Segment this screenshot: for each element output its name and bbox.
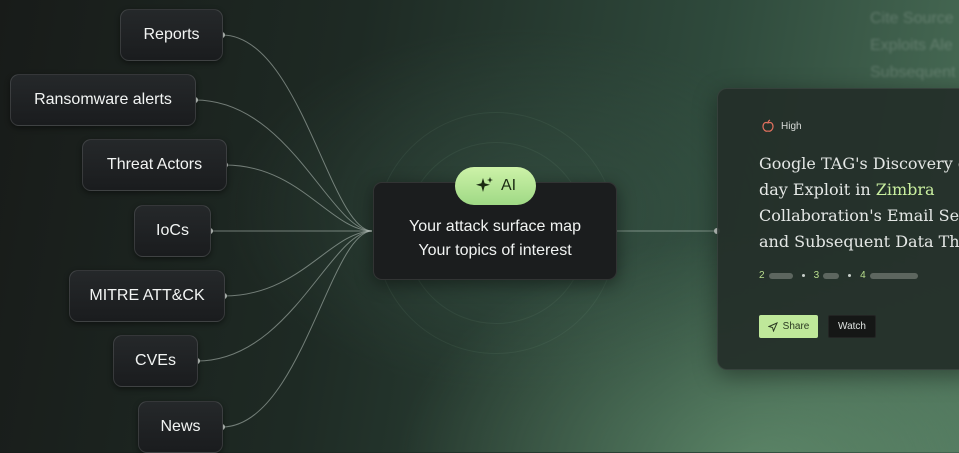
apple-icon <box>762 119 774 132</box>
source-node-cves[interactable]: CVEs <box>113 335 198 387</box>
stat-label: 3 <box>813 270 820 281</box>
stat-label: 2 <box>759 270 765 281</box>
source-node-ransomware-alerts[interactable]: Ransomware alerts <box>10 74 196 126</box>
headline-line: and Subsequent Data The <box>759 232 959 251</box>
source-node-reports[interactable]: Reports <box>120 9 223 61</box>
source-node-mitre-attack[interactable]: MITRE ATT&CK <box>69 270 225 322</box>
link-reports <box>221 34 373 232</box>
ghost-text-line-2: Exploits Ale <box>870 37 953 54</box>
severity-badge: High <box>761 119 802 133</box>
headline-line: day Exploit in Zimbra <box>759 180 935 199</box>
severity-label: High <box>781 120 802 132</box>
ghost-text-line-3: Subsequent <box>870 64 956 81</box>
hub-line-attack-surface: Your attack surface map <box>409 218 581 235</box>
stat-bar <box>768 272 793 279</box>
watch-button[interactable]: Watch <box>828 315 876 338</box>
headline-line: Collaboration's Email Serv <box>759 206 959 225</box>
source-node-news[interactable]: News <box>138 401 223 453</box>
ghost-text-line-1: Cite Source <box>870 10 954 27</box>
share-label: Share <box>782 321 810 332</box>
source-label: Ransomware alerts <box>34 91 172 108</box>
stat-separator <box>801 274 805 277</box>
watch-label: Watch <box>838 321 866 332</box>
stat-separator <box>848 274 852 277</box>
hub-line-topics: Your topics of interest <box>418 242 572 259</box>
stats-row: 2 3 4 <box>759 270 918 281</box>
threat-headline[interactable]: Google TAG's Discovery o day Exploit in … <box>759 151 959 255</box>
source-label: Reports <box>143 26 200 43</box>
link-threat-actors <box>224 164 373 232</box>
sparkles-icon <box>475 177 493 192</box>
source-label: IoCs <box>156 222 189 239</box>
threat-card[interactable]: High Google TAG's Discovery o day Exploi… <box>717 88 959 370</box>
stat-bar <box>869 272 918 279</box>
source-label: Threat Actors <box>106 156 203 173</box>
headline-highlight: Zimbra <box>875 180 935 199</box>
source-label: CVEs <box>135 352 176 369</box>
source-node-threat-actors[interactable]: Threat Actors <box>82 139 227 191</box>
link-mitre <box>223 230 373 297</box>
send-icon <box>767 321 778 332</box>
stat-bar <box>823 272 840 279</box>
headline-line: Google TAG's Discovery o <box>759 154 959 173</box>
source-node-iocs[interactable]: IoCs <box>134 205 211 257</box>
stat-label: 4 <box>860 270 866 281</box>
share-button[interactable]: Share <box>759 315 818 338</box>
ai-badge: AI <box>455 167 536 205</box>
source-label: MITRE ATT&CK <box>89 287 205 304</box>
ai-badge-label: AI <box>500 177 517 194</box>
link-news <box>221 230 373 428</box>
source-label: News <box>160 418 201 435</box>
